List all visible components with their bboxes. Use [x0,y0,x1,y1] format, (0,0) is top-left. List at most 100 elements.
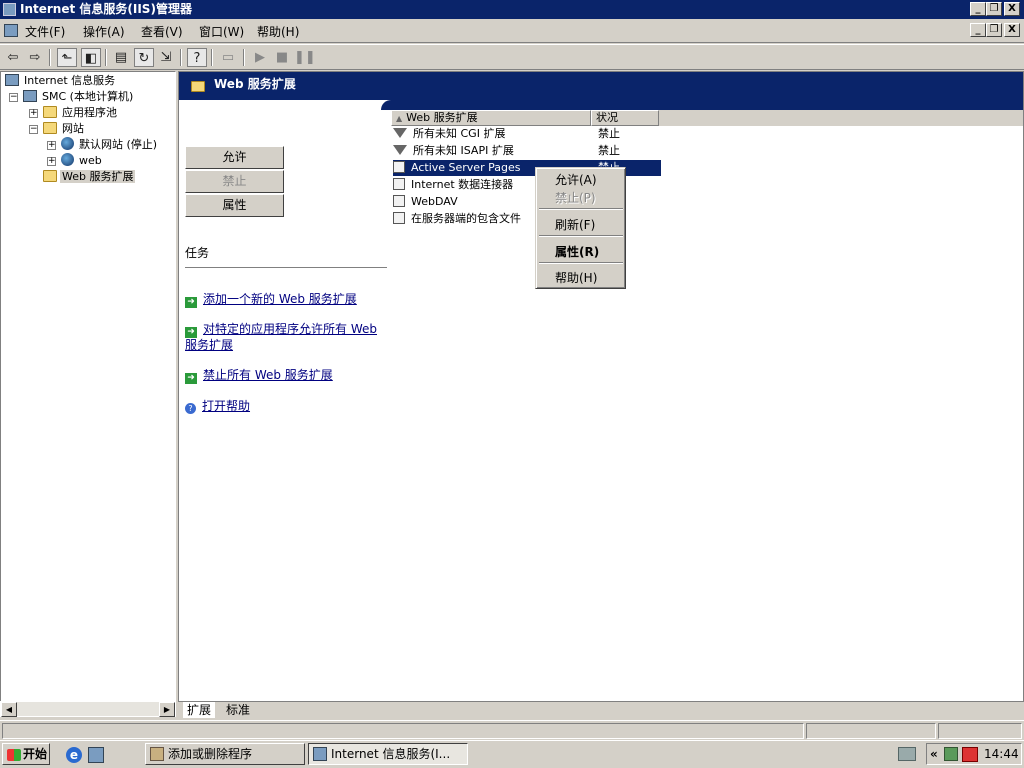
tree-node-computer[interactable]: SMC (本地计算机) [23,89,135,104]
ctx-properties[interactable]: 属性(R) [555,243,599,260]
status-bar [0,720,1024,740]
ie-icon[interactable]: e [66,747,82,763]
task-deny-all[interactable]: ➜ 禁止所有 Web 服务扩展 [185,368,333,384]
column-status[interactable]: 状况 [591,110,659,126]
menu-bar: 文件(F) 操作(A) 查看(V) 窗口(W) 帮助(H) _ ❐ X [0,19,1024,43]
network-status-icon[interactable] [944,747,958,761]
network-icon[interactable] [898,747,916,761]
menu-action[interactable]: 操作(A) [83,23,125,40]
extension-icon [393,212,405,224]
context-menu: 允许(A) 禁止(P) 刷新(F) 属性(R) 帮助(H) [535,167,626,289]
menu-separator [539,262,623,264]
menu-file[interactable]: 文件(F) [25,23,65,40]
show-tree-icon[interactable]: ◧ [81,48,101,67]
child-restore-button[interactable]: ❐ [986,23,1002,37]
help-icon: ? [185,403,196,414]
allow-button[interactable]: 允许 [185,146,284,169]
child-minimize-button[interactable]: _ [970,23,986,37]
expand-icon[interactable]: + [47,157,56,166]
toolbar: ⇦ ⇨ ⬑ ◧ ▤ ↻ ⇲ ? ▭ ▶ ■ ❚❚ [0,44,1024,70]
task-allow-all[interactable]: ➜ 对特定的应用程序允许所有 Web 服务扩展 [185,322,377,352]
tray-expand-icon[interactable]: « [930,744,938,764]
taskbar: 开始 e 添加或删除程序 Internet 信息服务(I... « 14:44 [0,740,1024,768]
panel-banner: Web 服务扩展 [179,72,1023,100]
expand-icon[interactable]: + [47,141,56,150]
properties-icon[interactable]: ▤ [111,48,131,67]
ctx-help[interactable]: 帮助(H) [555,269,597,286]
iis-icon [5,74,19,86]
tree-node-root[interactable]: Internet 信息服务 [5,73,117,88]
export-list-icon[interactable]: ⇲ [156,48,176,67]
tree-node-default-site[interactable]: 默认网站 (停止) [61,137,159,152]
computer-icon[interactable]: ▭ [218,48,238,67]
column-web-ext[interactable]: ▲ Web 服务扩展 [391,110,591,126]
menu-separator [539,208,623,210]
arrow-right-icon: ➜ [185,297,197,308]
pause-icon[interactable]: ❚❚ [294,48,316,67]
collapse-icon[interactable]: − [29,125,38,134]
list-item[interactable]: 在服务器端的包含文件 [393,211,521,227]
start-button[interactable]: 开始 [2,743,50,765]
task-open-help[interactable]: ? 打开帮助 [185,399,250,414]
title-bar: Internet 信息服务(IIS)管理器 _ ❐ X [0,0,1024,19]
windows-logo-icon [7,749,21,761]
help-icon[interactable]: ? [187,48,207,67]
window-title: Internet 信息服务(IIS)管理器 [20,2,192,16]
clock[interactable]: 14:44 [984,744,1019,764]
list-item[interactable]: 所有未知 ISAPI 扩展 禁止 [393,143,620,159]
stop-icon[interactable]: ■ [272,48,292,67]
filter-icon [393,128,407,138]
deny-button[interactable]: 禁止 [185,170,284,193]
menu-help[interactable]: 帮助(H) [257,23,299,40]
close-button[interactable]: X [1004,2,1020,16]
explorer-icon[interactable] [88,747,104,763]
child-close-button[interactable]: X [1004,23,1020,37]
ctx-deny[interactable]: 禁止(P) [555,189,596,206]
list-item[interactable]: WebDAV [393,194,458,210]
minimize-button[interactable]: _ [970,2,986,16]
ctx-refresh[interactable]: 刷新(F) [555,216,595,233]
banner-curve [381,100,1023,110]
tree-node-web-ext[interactable]: Web 服务扩展 [43,169,136,184]
toolbar-separator [49,49,51,66]
globe-icon [61,153,74,166]
menu-window[interactable]: 窗口(W) [199,23,244,40]
folder-icon [43,106,57,118]
taskbar-item-add-remove[interactable]: 添加或删除程序 [145,743,305,765]
forward-icon[interactable]: ⇨ [25,48,45,67]
tree-node-websites[interactable]: 网站 [43,121,86,136]
up-folder-icon[interactable]: ⬑ [57,48,77,67]
computer-icon [23,90,37,102]
back-icon[interactable]: ⇦ [3,48,23,67]
list-item[interactable]: 所有未知 CGI 扩展 禁止 [393,126,620,142]
expand-icon[interactable]: + [29,109,38,118]
details-pane: Web 服务扩展 允许 禁止 属性 任务 ➜ 添加一个新的 Web 服务扩展 ➜ 对… [178,71,1024,702]
menu-view[interactable]: 查看(V) [141,23,183,40]
tree-node-web[interactable]: web [61,153,104,168]
refresh-icon[interactable]: ↻ [134,48,154,67]
security-alert-icon[interactable] [962,747,978,762]
restore-button[interactable]: ❐ [986,2,1002,16]
list-item[interactable]: Internet 数据连接器 [393,177,513,193]
view-tabs: 扩展 标准 [178,702,1024,720]
taskbar-item-iis[interactable]: Internet 信息服务(I... [308,743,468,765]
tree-pane: Internet 信息服务 − SMC (本地计算机) + 应用程序池 − 网站… [0,71,176,702]
collapse-icon[interactable]: − [9,93,18,102]
globe-icon [61,137,74,150]
iis-icon [313,747,327,761]
menu-separator [539,235,623,237]
scroll-left-icon[interactable]: ◀ [1,702,17,717]
tree-scrollbar[interactable]: ◀ ▶ [0,701,176,717]
system-tray: « 14:44 [926,743,1022,765]
ctx-allow[interactable]: 允许(A) [555,171,597,188]
tree-node-app-pools[interactable]: 应用程序池 [43,105,119,120]
play-icon[interactable]: ▶ [250,48,270,67]
status-panel [2,723,804,739]
task-add-new[interactable]: ➜ 添加一个新的 Web 服务扩展 [185,292,357,308]
scroll-right-icon[interactable]: ▶ [159,702,175,717]
panel-title: Web 服务扩展 [214,77,296,91]
tab-extended[interactable]: 扩展 [183,702,216,718]
properties-button[interactable]: 属性 [185,194,284,217]
tasks-divider [185,267,387,268]
tab-standard[interactable]: 标准 [222,702,254,718]
